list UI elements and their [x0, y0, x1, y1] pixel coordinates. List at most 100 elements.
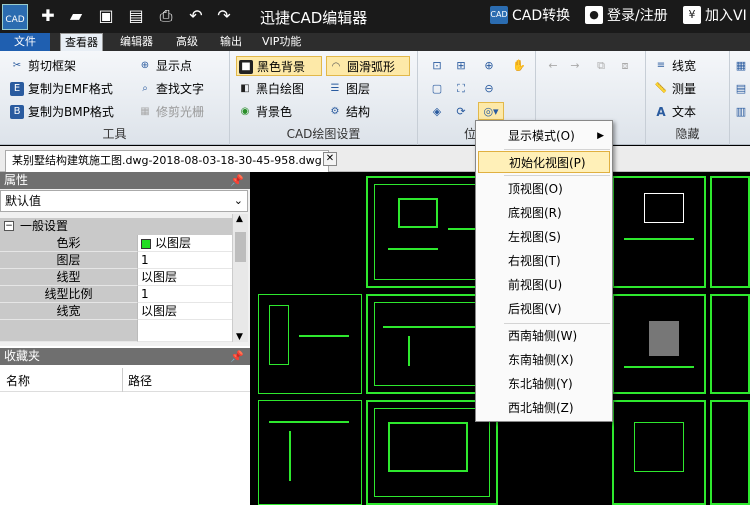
scrollbar-thumb[interactable] — [235, 232, 246, 262]
print-icon[interactable]: ⎙ — [156, 6, 176, 26]
structure-icon: ⚙ — [330, 106, 340, 117]
view-options-dropdown-icon[interactable]: ◎▾ — [478, 102, 504, 120]
trim-raster-button[interactable]: ▦ 修剪光栅 — [136, 102, 204, 122]
menu-item-ne-iso[interactable]: 东北轴侧(Y) — [478, 373, 610, 395]
undo-icon[interactable]: ↶ — [186, 6, 206, 26]
cut-frame-button[interactable]: ✂ 剪切框架 — [8, 56, 76, 76]
show-points-label: 显示点 — [156, 59, 193, 73]
table-icon[interactable]: ▥ — [732, 103, 750, 121]
fullscreen-icon[interactable]: ⛶ — [452, 80, 470, 98]
layers-button[interactable]: ☰ 图层 — [326, 79, 371, 99]
forward-arrow-icon[interactable]: → — [566, 57, 584, 75]
cad-convert-button[interactable]: CAD CAD转换 — [490, 6, 570, 26]
menu-editor[interactable]: 编辑器 — [116, 33, 157, 51]
property-row-lineweight[interactable]: 线宽 以图层 — [0, 303, 232, 320]
menu-item-nw-iso[interactable]: 西北轴侧(Z) — [478, 397, 610, 419]
zoom-window-icon[interactable]: ⊡ — [428, 57, 446, 75]
copy-view-icon[interactable]: ⧉ — [592, 57, 610, 75]
copy-bmp-label: 复制为BMP格式 — [28, 105, 114, 119]
menu-vip[interactable]: VIP功能 — [258, 33, 305, 51]
crosshair-icon: ⊕ — [140, 60, 150, 71]
list-icon[interactable]: ▤ — [732, 80, 750, 98]
smooth-arc-label: 圆滑弧形 — [347, 60, 396, 74]
menu-file[interactable]: 文件 — [0, 33, 50, 51]
show-points-button[interactable]: ⊕ 显示点 — [136, 56, 192, 76]
new-icon[interactable]: ✚ — [38, 6, 58, 26]
find-text-button[interactable]: ⌕ 查找文字 — [136, 79, 204, 99]
zoom-extents-icon[interactable]: ⊞ — [452, 57, 470, 75]
section-general[interactable]: − 一般设置 — [0, 218, 232, 235]
smooth-arc-button[interactable]: ◠ 圆滑弧形 — [326, 56, 410, 76]
orbit-icon[interactable]: ⟳ — [452, 103, 470, 121]
cad-convert-label: CAD转换 — [512, 8, 571, 24]
save-icon[interactable]: ▣ — [96, 6, 116, 26]
back-arrow-icon[interactable]: ← — [544, 57, 562, 75]
properties-dropdown[interactable]: 默认值 ⌄ — [0, 190, 248, 212]
menu-item-left-view[interactable]: 左视图(S) — [478, 226, 610, 248]
menu-item-bottom-view[interactable]: 底视图(R) — [478, 202, 610, 224]
menu-viewer[interactable]: 查看器 — [60, 33, 103, 51]
scroll-down-icon[interactable]: ▼ — [236, 332, 243, 342]
document-tab[interactable]: 某别墅结构建筑施工图.dwg-2018-08-03-18-30-45-958.d… — [5, 150, 329, 172]
pin-icon[interactable]: 📌 — [230, 172, 244, 189]
menu-item-sw-iso[interactable]: 西南轴侧(W) — [478, 325, 610, 347]
open-folder-icon[interactable]: ▰ — [66, 6, 86, 26]
measure-button[interactable]: 📏 测量 — [652, 79, 696, 99]
property-row-linetype-scale[interactable]: 线型比例 1 — [0, 286, 232, 303]
grid-icon[interactable]: ▦ — [732, 57, 750, 75]
scroll-up-icon[interactable]: ▲ — [236, 214, 243, 224]
collapse-icon[interactable]: − — [4, 221, 14, 231]
fit-icon[interactable]: ▢ — [428, 80, 446, 98]
drawing-sheet — [612, 294, 706, 394]
column-name[interactable]: 名称 — [6, 372, 30, 389]
property-value[interactable]: 以图层 — [137, 269, 232, 286]
pan-hand-icon[interactable]: ✋ — [510, 57, 528, 75]
properties-scrollbar[interactable]: ▲ ▼ — [232, 214, 248, 342]
black-bg-icon: ■ — [239, 60, 253, 74]
save-as-icon[interactable]: ▤ — [126, 6, 146, 26]
black-background-button[interactable]: ■ 黑色背景 — [236, 56, 322, 76]
property-key-empty — [0, 320, 137, 342]
paste-view-icon[interactable]: ⧈ — [616, 57, 634, 75]
lineweight-icon: ≡ — [656, 60, 666, 71]
property-value[interactable]: 以图层 — [137, 303, 232, 320]
menu-item-se-iso[interactable]: 东南轴侧(X) — [478, 349, 610, 371]
property-row-linetype[interactable]: 线型 以图层 — [0, 269, 232, 286]
menu-separator — [504, 175, 610, 176]
property-row-color[interactable]: 色彩 以图层 — [0, 235, 232, 252]
menu-item-front-view[interactable]: 前视图(U) — [478, 274, 610, 296]
cad-settings-group-label: CAD绘图设置 — [286, 127, 361, 141]
copy-bmp-button[interactable]: B 复制为BMP格式 — [8, 102, 114, 122]
menu-item-display-mode[interactable]: 显示模式(O) ▶ — [478, 125, 610, 147]
tools-group: ✂ 剪切框架 E 复制为EMF格式 B 复制为BMP格式 ⊕ 显示点 ⌕ 查找文字 ▦ 修剪… — [0, 51, 230, 145]
property-value[interactable]: 1 — [137, 286, 232, 303]
text-button[interactable]: A 文本 — [652, 102, 696, 122]
property-value[interactable]: 1 — [137, 252, 232, 269]
close-tab-icon[interactable]: ✕ — [323, 152, 337, 166]
menu-item-label: 底视图(R) — [508, 206, 562, 220]
redo-icon[interactable]: ↷ — [214, 6, 234, 26]
property-row-layer[interactable]: 图层 1 — [0, 252, 232, 269]
bw-drawing-button[interactable]: ◧ 黑白绘图 — [236, 79, 304, 99]
menu-item-right-view[interactable]: 右视图(T) — [478, 250, 610, 272]
property-value[interactable]: 以图层 — [137, 235, 232, 252]
dropdown-value: 默认值 — [5, 194, 42, 208]
pin-icon[interactable]: 📌 — [230, 348, 244, 365]
copy-emf-button[interactable]: E 复制为EMF格式 — [8, 79, 113, 99]
join-vip-button[interactable]: ¥ 加入VI — [683, 6, 747, 26]
zoom-out-icon[interactable]: ⊖ — [480, 80, 498, 98]
menu-item-init-view[interactable]: 初始化视图(P) — [478, 151, 610, 173]
favorites-column-header: 名称 路径 — [0, 368, 250, 392]
3d-view-icon[interactable]: ◈ — [428, 103, 446, 121]
structure-button[interactable]: ⚙ 结构 — [326, 102, 371, 122]
menu-item-top-view[interactable]: 顶视图(O) — [478, 178, 610, 200]
menu-advanced[interactable]: 高级 — [172, 33, 202, 51]
menu-item-back-view[interactable]: 后视图(V) — [478, 298, 610, 320]
login-button[interactable]: ● 登录/注册 — [585, 6, 668, 26]
zoom-in-icon[interactable]: ⊕ — [480, 57, 498, 75]
menu-output[interactable]: 输出 — [216, 33, 246, 51]
background-color-button[interactable]: ◉ 背景色 — [236, 102, 292, 122]
column-path[interactable]: 路径 — [128, 372, 152, 389]
lineweight-button[interactable]: ≡ 线宽 — [652, 56, 696, 76]
bw-icon: ◧ — [240, 83, 250, 94]
